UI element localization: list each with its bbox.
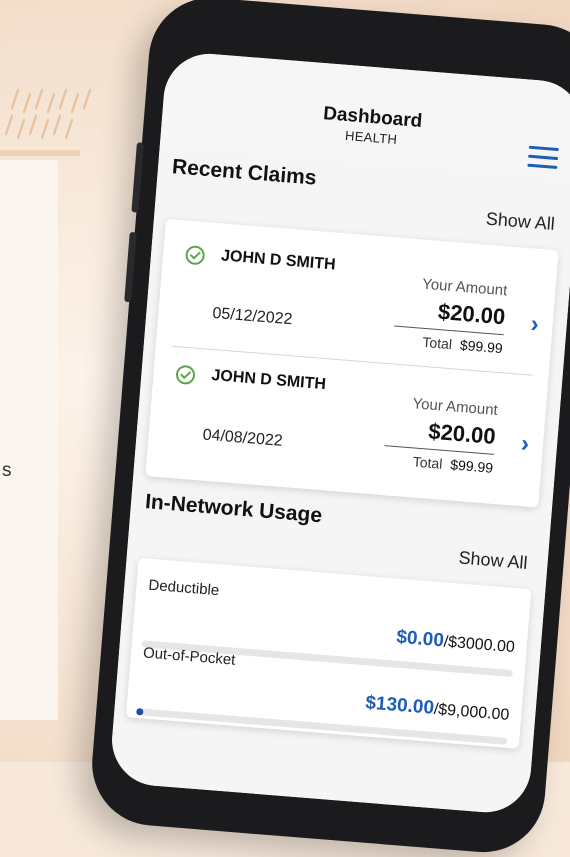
recent-claims-show-all-link[interactable]: Show All	[485, 209, 555, 235]
chevron-right-icon[interactable]: ›	[520, 430, 530, 459]
dashboard-content: Recent Claims Show All JOHN D SMITH 05/1…	[108, 148, 570, 816]
in-network-show-all-link[interactable]: Show All	[458, 547, 528, 573]
total-label: Total	[412, 453, 444, 472]
left-text-fragment: s	[2, 460, 12, 481]
claim-date: 05/12/2022	[211, 304, 294, 329]
check-circle-icon	[175, 365, 195, 385]
phone-screen: Dashboard HEALTH Recent Claims Show All …	[108, 50, 570, 816]
phone-mockup: Dashboard HEALTH Recent Claims Show All …	[87, 0, 570, 857]
decorative-pattern	[4, 88, 92, 140]
usage-value: $0.00/$3000.00	[395, 626, 516, 658]
usage-used: $0.00	[395, 626, 445, 652]
usage-used: $130.00	[364, 692, 435, 719]
your-amount-value: $20.00	[427, 418, 497, 449]
usage-label: Deductible	[147, 576, 220, 600]
usage-label: Out-of-Pocket	[142, 644, 236, 669]
claim-total: Total $99.99	[422, 334, 503, 356]
left-panel: s	[0, 160, 58, 720]
hamburger-menu-icon[interactable]	[527, 145, 559, 170]
check-circle-icon	[185, 245, 205, 265]
decorative-strip	[0, 150, 80, 156]
usage-limit: /$9,000.00	[433, 700, 510, 724]
in-network-usage-title: In-Network Usage	[144, 490, 323, 528]
claim-member-name: JOHN D SMITH	[220, 247, 337, 274]
recent-claims-card: JOHN D SMITH 05/12/2022 Your Amount $20.…	[145, 218, 559, 508]
total-value: $99.99	[449, 456, 494, 476]
claim-date: 04/08/2022	[202, 426, 284, 450]
usage-progress-fill	[136, 708, 144, 716]
recent-claims-title: Recent Claims	[171, 155, 318, 190]
total-value: $99.99	[459, 336, 504, 357]
chevron-right-icon[interactable]: ›	[530, 310, 540, 339]
your-amount-label: Your Amount	[411, 395, 499, 420]
claim-member-name: JOHN D SMITH	[210, 367, 327, 394]
usage-limit: /$3000.00	[443, 633, 516, 657]
usage-value: $130.00/$9,000.00	[365, 692, 511, 726]
your-amount-label: Your Amount	[421, 275, 508, 300]
claim-total: Total $99.99	[412, 453, 493, 475]
in-network-usage-card: Deductible $0.00/$3000.00 Out-of-Pocket …	[125, 557, 532, 749]
your-amount-value: $20.00	[437, 298, 507, 330]
total-label: Total	[421, 333, 453, 353]
